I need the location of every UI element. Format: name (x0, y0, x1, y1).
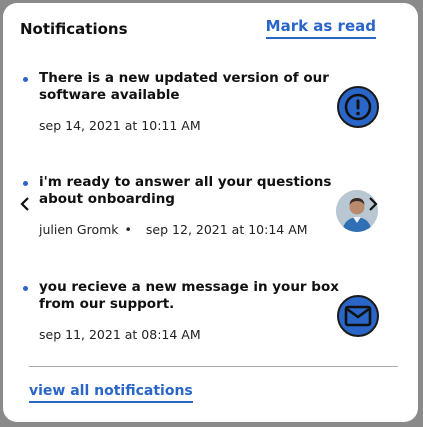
panel-title: Notifications (20, 20, 128, 38)
alert-icon (337, 86, 379, 128)
notification-text: i'm ready to answer all your questions a… (39, 174, 332, 207)
mark-as-read-link[interactable]: Mark as read (265, 17, 376, 39)
notification-text: you recieve a new message in your box fr… (39, 279, 339, 312)
notification-meta: sep 14, 2021 at 10:11 AM (39, 118, 201, 133)
notification-meta: julien Gromk • sep 12, 2021 at 10:14 AM (39, 222, 308, 237)
meta-separator: • (124, 222, 132, 237)
unread-dot (23, 286, 28, 291)
divider (29, 366, 398, 367)
notification-author: julien Gromk (39, 222, 119, 237)
notification-date: sep 12, 2021 at 10:14 AM (145, 222, 308, 237)
chevron-left-icon[interactable] (20, 196, 30, 216)
chevron-right-icon[interactable] (368, 196, 378, 216)
unread-dot (23, 181, 28, 186)
unread-dot (23, 77, 28, 82)
view-all-notifications-link[interactable]: view all notifications (29, 383, 193, 403)
notification-text: There is a new updated version of our so… (39, 70, 329, 103)
notification-date: sep 11, 2021 at 08:14 AM (39, 327, 201, 342)
notifications-panel: Notifications Mark as read There is a ne… (3, 3, 418, 422)
mail-icon (337, 295, 379, 337)
notification-meta: sep 11, 2021 at 08:14 AM (39, 327, 201, 342)
notification-date: sep 14, 2021 at 10:11 AM (39, 118, 201, 133)
